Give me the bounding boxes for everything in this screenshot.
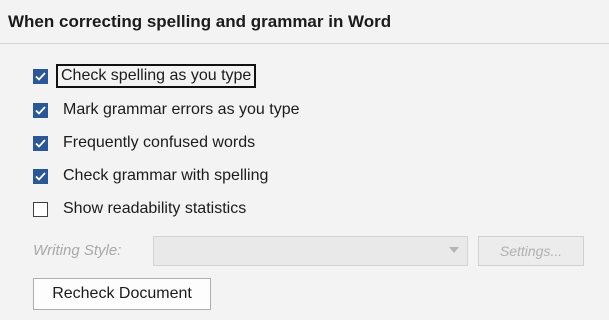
checkmark-icon [35,138,46,148]
settings-button[interactable]: Settings... [478,236,584,266]
section-header: When correcting spelling and grammar in … [0,0,609,44]
checkbox[interactable] [33,135,48,151]
chevron-down-icon [449,247,459,253]
checkmark-icon [35,171,46,181]
option-check-grammar-with-spelling[interactable]: Check grammar with spelling [33,165,273,187]
option-label: Mark grammar errors as you type [63,101,300,118]
section-title: When correcting spelling and grammar in … [8,12,392,31]
option-mark-grammar-errors[interactable]: Mark grammar errors as you type [33,99,305,121]
writing-style-label: Writing Style: [33,242,122,259]
checkmark-icon [35,71,46,81]
option-label: Show readability statistics [63,200,247,217]
option-label: Check spelling as you type [56,64,257,88]
checkbox[interactable] [33,201,48,217]
option-label: Frequently confused words [63,134,256,151]
writing-style-select[interactable] [153,236,468,266]
option-frequently-confused-words[interactable]: Frequently confused words [33,132,260,154]
option-check-spelling-as-you-type[interactable]: Check spelling as you type [33,64,257,88]
option-show-readability-statistics[interactable]: Show readability statistics [33,198,251,220]
checkbox[interactable] [33,168,48,184]
checkbox[interactable] [33,102,48,118]
recheck-document-button[interactable]: Recheck Document [33,278,211,310]
checkbox[interactable] [33,68,48,84]
checkmark-icon [35,105,46,115]
option-label: Check grammar with spelling [63,167,269,184]
